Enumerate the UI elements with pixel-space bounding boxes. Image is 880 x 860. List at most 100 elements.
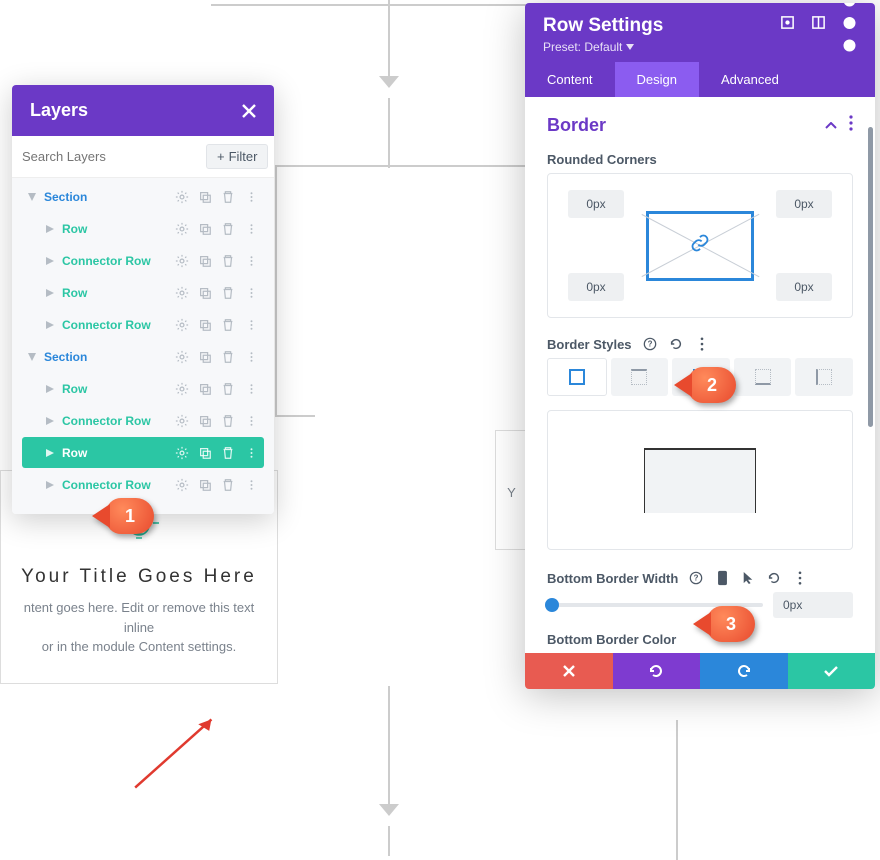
- layer-label: Connector Row: [62, 478, 151, 492]
- link-icon[interactable]: [690, 233, 710, 258]
- layer-row[interactable]: Connector Row: [22, 405, 264, 436]
- settings-gear-icon[interactable]: [175, 382, 189, 396]
- bottom-border-width-value[interactable]: 0px: [773, 592, 853, 618]
- caret-icon[interactable]: [28, 193, 38, 201]
- corner-bottom-right[interactable]: 0px: [776, 273, 832, 301]
- duplicate-icon[interactable]: [198, 350, 212, 364]
- undo-button[interactable]: [613, 653, 701, 689]
- layer-actions: [175, 318, 258, 332]
- trash-icon[interactable]: [221, 478, 235, 492]
- trash-icon[interactable]: [221, 222, 235, 236]
- filter-button[interactable]: + Filter: [206, 144, 268, 169]
- more-icon[interactable]: [244, 286, 258, 300]
- caret-icon[interactable]: [46, 225, 56, 233]
- trash-icon[interactable]: [221, 190, 235, 204]
- close-icon[interactable]: [242, 104, 256, 118]
- duplicate-icon[interactable]: [198, 318, 212, 332]
- tab-content[interactable]: Content: [525, 62, 615, 97]
- caret-icon[interactable]: [46, 257, 56, 265]
- caret-icon[interactable]: [46, 385, 56, 393]
- undo-icon[interactable]: [766, 570, 782, 586]
- corner-top-right[interactable]: 0px: [776, 190, 832, 218]
- settings-gear-icon[interactable]: [175, 286, 189, 300]
- duplicate-icon[interactable]: [198, 254, 212, 268]
- section-title-border[interactable]: Border: [547, 115, 606, 136]
- settings-gear-icon[interactable]: [175, 478, 189, 492]
- caret-icon[interactable]: [46, 481, 56, 489]
- redo-button[interactable]: [700, 653, 788, 689]
- border-style-top[interactable]: [611, 358, 669, 396]
- more-icon[interactable]: [849, 115, 853, 136]
- layer-section-row[interactable]: Section: [22, 181, 264, 212]
- corner-bottom-left[interactable]: 0px: [568, 273, 624, 301]
- duplicate-icon[interactable]: [198, 382, 212, 396]
- layer-row[interactable]: Row: [22, 277, 264, 308]
- more-icon[interactable]: [244, 414, 258, 428]
- border-style-all[interactable]: [547, 358, 607, 396]
- save-button[interactable]: [788, 653, 876, 689]
- layer-actions: [175, 286, 258, 300]
- search-input[interactable]: [22, 149, 198, 164]
- more-icon[interactable]: [244, 190, 258, 204]
- more-icon[interactable]: [244, 446, 258, 460]
- more-icon[interactable]: [244, 222, 258, 236]
- more-icon[interactable]: [244, 350, 258, 364]
- caret-icon[interactable]: [28, 353, 38, 361]
- phone-icon[interactable]: [714, 570, 730, 586]
- layer-row[interactable]: Row: [22, 213, 264, 244]
- trash-icon[interactable]: [221, 318, 235, 332]
- corner-top-left[interactable]: 0px: [568, 190, 624, 218]
- caret-icon[interactable]: [46, 417, 56, 425]
- layer-row[interactable]: Row: [22, 373, 264, 404]
- trash-icon[interactable]: [221, 414, 235, 428]
- more-icon[interactable]: [244, 254, 258, 268]
- caret-icon[interactable]: [46, 321, 56, 329]
- help-icon[interactable]: ?: [688, 570, 704, 586]
- hover-icon[interactable]: [740, 570, 756, 586]
- more-icon[interactable]: [244, 382, 258, 396]
- duplicate-icon[interactable]: [198, 190, 212, 204]
- settings-gear-icon[interactable]: [175, 318, 189, 332]
- trash-icon[interactable]: [221, 382, 235, 396]
- border-style-left[interactable]: [795, 358, 853, 396]
- layer-row[interactable]: Connector Row: [22, 309, 264, 340]
- settings-gear-icon[interactable]: [175, 254, 189, 268]
- trash-icon[interactable]: [221, 286, 235, 300]
- trash-icon[interactable]: [221, 254, 235, 268]
- more-icon[interactable]: [792, 570, 808, 586]
- settings-gear-icon[interactable]: [175, 350, 189, 364]
- caret-icon[interactable]: [46, 289, 56, 297]
- discard-button[interactable]: [525, 653, 613, 689]
- preset-selector[interactable]: Preset: Default: [543, 40, 663, 54]
- layer-section-row[interactable]: Section: [22, 341, 264, 372]
- duplicate-icon[interactable]: [198, 414, 212, 428]
- more-icon[interactable]: [244, 318, 258, 332]
- duplicate-icon[interactable]: [198, 222, 212, 236]
- settings-gear-icon[interactable]: [175, 190, 189, 204]
- more-icon[interactable]: [842, 15, 857, 30]
- scrollbar[interactable]: [868, 127, 873, 427]
- trash-icon[interactable]: [221, 350, 235, 364]
- undo-icon[interactable]: [668, 336, 684, 352]
- expand-icon[interactable]: [780, 15, 795, 30]
- slider-thumb[interactable]: [545, 598, 559, 612]
- settings-gear-icon[interactable]: [175, 222, 189, 236]
- layer-row[interactable]: Connector Row: [22, 245, 264, 276]
- duplicate-icon[interactable]: [198, 446, 212, 460]
- settings-gear-icon[interactable]: [175, 446, 189, 460]
- layer-row[interactable]: Connector Row: [22, 469, 264, 500]
- more-icon[interactable]: [244, 478, 258, 492]
- border-style-bottom[interactable]: [734, 358, 792, 396]
- tab-design[interactable]: Design: [615, 62, 699, 97]
- trash-icon[interactable]: [221, 446, 235, 460]
- tab-advanced[interactable]: Advanced: [699, 62, 801, 97]
- chevron-up-icon[interactable]: [825, 117, 837, 135]
- duplicate-icon[interactable]: [198, 478, 212, 492]
- layer-row[interactable]: Row: [22, 437, 264, 468]
- caret-icon[interactable]: [46, 449, 56, 457]
- more-icon[interactable]: [694, 336, 710, 352]
- snap-icon[interactable]: [811, 15, 826, 30]
- settings-gear-icon[interactable]: [175, 414, 189, 428]
- duplicate-icon[interactable]: [198, 286, 212, 300]
- help-icon[interactable]: ?: [642, 336, 658, 352]
